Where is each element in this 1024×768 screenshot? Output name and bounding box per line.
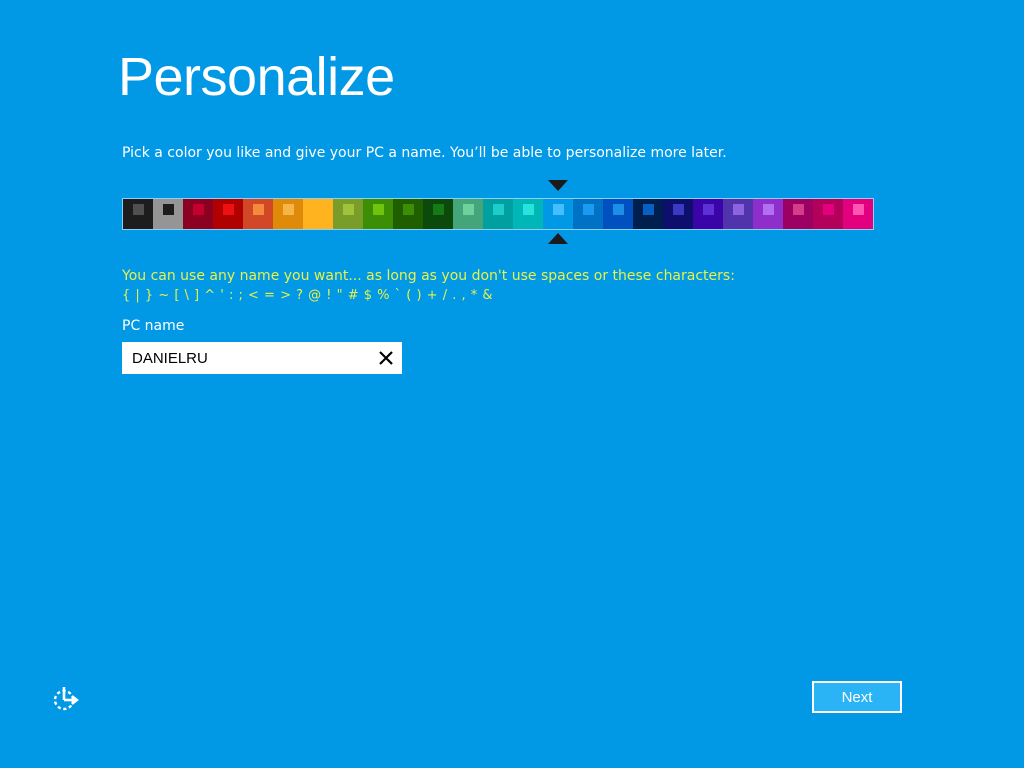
color-swatch[interactable] — [303, 199, 333, 229]
color-swatch[interactable] — [243, 199, 273, 229]
slider-marker-bottom-icon[interactable] — [548, 233, 568, 244]
color-swatch-chip — [133, 204, 144, 215]
color-swatch-chip — [373, 204, 384, 215]
pc-name-box — [122, 342, 402, 374]
oobe-personalize-page: Personalize Pick a color you like and gi… — [0, 0, 1024, 768]
color-swatch-chip — [823, 204, 834, 215]
color-swatch[interactable] — [783, 199, 813, 229]
color-swatch-chip — [523, 204, 534, 215]
color-swatch-chip — [193, 204, 204, 215]
color-swatch[interactable] — [723, 199, 753, 229]
color-swatch-chip — [493, 204, 504, 215]
next-button[interactable]: Next — [812, 681, 902, 713]
color-swatch[interactable] — [333, 199, 363, 229]
color-swatch-chip — [703, 204, 714, 215]
close-icon — [379, 351, 393, 365]
color-swatch[interactable] — [663, 199, 693, 229]
color-swatch-chip — [163, 204, 174, 215]
color-swatch[interactable] — [213, 199, 243, 229]
color-swatch-chip — [553, 204, 564, 215]
name-rules-text: You can use any name you want... as long… — [122, 268, 735, 284]
color-palette-strip[interactable] — [122, 198, 874, 230]
page-subtitle: Pick a color you like and give your PC a… — [122, 145, 727, 161]
color-swatch-chip — [433, 204, 444, 215]
color-swatch-chip — [313, 204, 324, 215]
color-swatch-chip — [583, 204, 594, 215]
color-picker — [122, 180, 874, 250]
color-swatch[interactable] — [813, 199, 843, 229]
color-swatch-chip — [793, 204, 804, 215]
color-swatch[interactable] — [603, 199, 633, 229]
color-swatch-chip — [613, 204, 624, 215]
color-swatch-chip — [463, 204, 474, 215]
color-swatch[interactable] — [453, 199, 483, 229]
color-swatch-chip — [643, 204, 654, 215]
color-swatch-chip — [673, 204, 684, 215]
color-swatch[interactable] — [513, 199, 543, 229]
color-swatch[interactable] — [123, 199, 153, 229]
color-swatch[interactable] — [153, 199, 183, 229]
page-title: Personalize — [118, 47, 395, 107]
forbidden-characters-text: { | } ~ [ \ ] ^ ' : ; < = > ? @ ! " # $ … — [122, 288, 493, 303]
color-swatch-chip — [253, 204, 264, 215]
color-swatch[interactable] — [843, 199, 873, 229]
color-swatch[interactable] — [633, 199, 663, 229]
color-swatch-chip — [223, 204, 234, 215]
clear-button[interactable] — [376, 348, 396, 368]
color-swatch-chip — [403, 204, 414, 215]
color-swatch-chip — [853, 204, 864, 215]
color-swatch[interactable] — [393, 199, 423, 229]
color-swatch[interactable] — [183, 199, 213, 229]
color-swatch-chip — [283, 204, 294, 215]
color-swatch-chip — [733, 204, 744, 215]
color-swatch[interactable] — [573, 199, 603, 229]
pc-name-input[interactable] — [122, 342, 372, 374]
color-swatch[interactable] — [483, 199, 513, 229]
color-swatch-chip — [343, 204, 354, 215]
slider-marker-top-icon[interactable] — [548, 180, 568, 191]
color-swatch[interactable] — [753, 199, 783, 229]
ease-of-access-icon[interactable] — [52, 684, 80, 712]
color-swatch[interactable] — [543, 199, 573, 229]
color-swatch[interactable] — [363, 199, 393, 229]
color-swatch-chip — [763, 204, 774, 215]
pc-name-label: PC name — [122, 318, 185, 334]
color-swatch[interactable] — [273, 199, 303, 229]
color-swatch[interactable] — [693, 199, 723, 229]
color-swatch[interactable] — [423, 199, 453, 229]
